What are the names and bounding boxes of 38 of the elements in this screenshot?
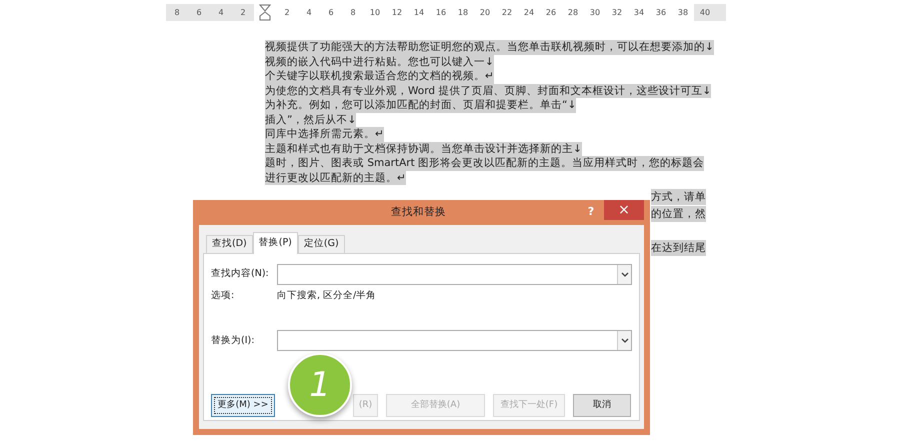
replace-label: 替换为(I): bbox=[211, 334, 256, 348]
ruler-number: 4 bbox=[218, 6, 224, 18]
ruler-number: 14 bbox=[414, 6, 424, 18]
dialog-tab[interactable]: 定位(G) bbox=[298, 235, 345, 253]
find-label: 查找内容(N): bbox=[211, 267, 270, 282]
dialog-button[interactable]: 取消 bbox=[573, 394, 631, 418]
ruler-number: 36 bbox=[656, 6, 666, 18]
ruler-number: 12 bbox=[392, 6, 402, 18]
replace-field[interactable] bbox=[277, 330, 632, 352]
ruler-number: 40 bbox=[700, 6, 710, 18]
ruler-number: 26 bbox=[546, 6, 556, 18]
options-label: 选项: bbox=[211, 289, 236, 303]
dialog-title: 查找和替换 bbox=[391, 204, 446, 220]
ruler-number: 30 bbox=[590, 6, 600, 18]
indent-marker-icon[interactable] bbox=[259, 4, 271, 21]
ruler-number: 4 bbox=[306, 6, 312, 18]
dialog-button[interactable]: 更多(M) >> bbox=[211, 394, 275, 418]
ruler-number: 38 bbox=[678, 6, 688, 18]
dialog-tab[interactable]: 替换(P) bbox=[252, 232, 298, 254]
ruler-number: 10 bbox=[370, 6, 380, 18]
ruler-number: 16 bbox=[436, 6, 446, 18]
ruler-number: 18 bbox=[458, 6, 468, 18]
ruler-number: 2 bbox=[240, 6, 246, 18]
dialog-tab[interactable]: 查找(D) bbox=[206, 235, 253, 253]
ruler-number: 24 bbox=[524, 6, 534, 18]
ruler-number: 20 bbox=[480, 6, 490, 18]
ruler-number: 32 bbox=[612, 6, 622, 18]
options-value: 向下搜索, 区分全/半角 bbox=[277, 289, 376, 303]
ruler-number: 6 bbox=[196, 6, 202, 18]
ruler-number: 28 bbox=[568, 6, 578, 18]
ruler-number: 34 bbox=[634, 6, 644, 18]
ruler-number: 2 bbox=[284, 6, 290, 18]
ruler-number: 6 bbox=[328, 6, 334, 18]
ruler-number: 8 bbox=[350, 6, 356, 18]
ruler-number: 22 bbox=[502, 6, 512, 18]
ruler-number: 8 bbox=[174, 6, 180, 18]
close-button[interactable]: × bbox=[604, 200, 644, 220]
find-field[interactable] bbox=[277, 264, 632, 285]
